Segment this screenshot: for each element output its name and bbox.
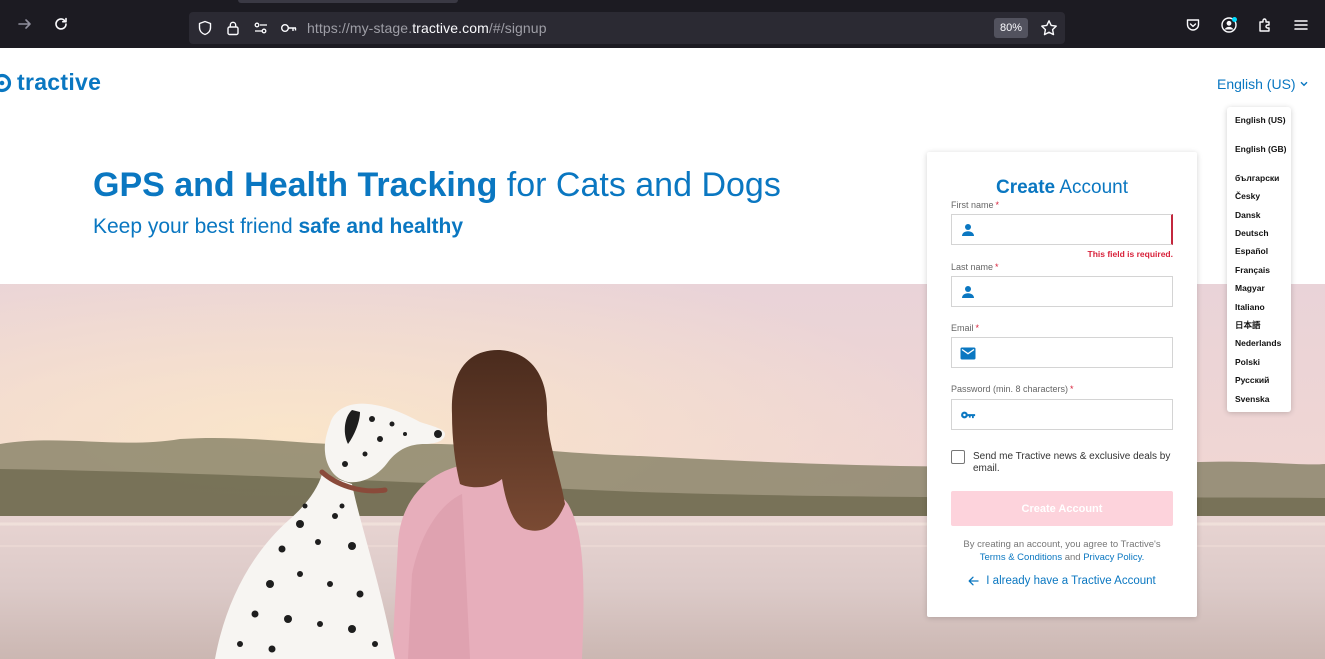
hero-headline: GPS and Health Tracking for Cats and Dog… bbox=[93, 166, 781, 205]
language-selector[interactable]: English (US) bbox=[1217, 76, 1308, 92]
app-menu-button[interactable] bbox=[1291, 15, 1311, 35]
bookmark-star-icon[interactable] bbox=[1039, 18, 1059, 38]
person-icon bbox=[960, 284, 976, 300]
language-option[interactable]: Česky bbox=[1235, 191, 1289, 201]
first-name-error: This field is required. bbox=[1087, 249, 1174, 259]
privacy-policy-link[interactable]: Privacy Policy. bbox=[1083, 552, 1144, 563]
language-option[interactable]: Français bbox=[1235, 265, 1289, 275]
browser-toolbar: https://my-stage.tractive.com/#/signup 8… bbox=[0, 0, 1325, 48]
headline-bold: GPS and Health Tracking bbox=[93, 166, 498, 204]
email-label: Email * bbox=[951, 323, 979, 333]
hamburger-icon bbox=[1294, 20, 1308, 30]
puzzle-icon bbox=[1259, 18, 1270, 32]
login-link-text: I already have a Tractive Account bbox=[986, 575, 1156, 587]
account-icon bbox=[1221, 17, 1237, 33]
permissions-icon[interactable] bbox=[251, 18, 271, 38]
language-dropdown: English (US) English (GB) български Česk… bbox=[1227, 107, 1291, 412]
language-option[interactable]: Italiano bbox=[1235, 302, 1289, 312]
pocket-icon bbox=[1186, 19, 1200, 31]
signup-title: Create Account bbox=[927, 177, 1197, 199]
url-path: /#/signup bbox=[488, 20, 547, 36]
terms-prefix: By creating an account, you agree to Tra… bbox=[963, 539, 1161, 550]
language-option[interactable]: Dansk bbox=[1235, 210, 1289, 220]
terms-conditions-link[interactable]: Terms & Conditions bbox=[980, 552, 1062, 563]
zoom-indicator[interactable]: 80% bbox=[994, 18, 1029, 38]
last-name-label-text: Last name bbox=[951, 262, 994, 272]
language-option[interactable]: Polski bbox=[1235, 357, 1289, 367]
first-name-field[interactable] bbox=[951, 214, 1173, 245]
required-mark: * bbox=[995, 200, 1000, 210]
reload-icon bbox=[55, 17, 67, 30]
key-icon[interactable] bbox=[279, 18, 299, 38]
reload-button[interactable] bbox=[49, 12, 73, 36]
email-field[interactable] bbox=[951, 337, 1173, 368]
language-option[interactable]: български bbox=[1235, 173, 1289, 183]
lock-icon[interactable] bbox=[223, 18, 243, 38]
language-selector-label: English (US) bbox=[1217, 76, 1296, 92]
address-bar[interactable]: https://my-stage.tractive.com/#/signup 8… bbox=[189, 12, 1065, 44]
logo-wordmark: tractive bbox=[17, 69, 102, 95]
email-label-text: Email bbox=[951, 323, 974, 333]
password-label-text: Password (min. 8 characters) bbox=[951, 384, 1069, 394]
first-name-label-text: First name bbox=[951, 200, 994, 210]
extensions-button[interactable] bbox=[1255, 15, 1275, 35]
account-button[interactable] bbox=[1219, 15, 1239, 35]
signup-card: Create Account First name * This field is… bbox=[927, 152, 1197, 617]
url-domain: tractive.com bbox=[412, 20, 489, 36]
subline-bold: safe and healthy bbox=[298, 215, 464, 238]
first-name-label: First name * bbox=[951, 200, 999, 210]
title-bold: Create bbox=[995, 177, 1056, 198]
language-option[interactable]: Nederlands bbox=[1235, 338, 1289, 348]
password-field[interactable] bbox=[951, 399, 1173, 430]
required-mark: * bbox=[1070, 384, 1074, 394]
url-text[interactable]: https://my-stage.tractive.com/#/signup bbox=[307, 20, 547, 36]
headline-rest: for Cats and Dogs bbox=[506, 166, 781, 204]
newsletter-label: Send me Tractive news & exclusive deals … bbox=[973, 451, 1171, 474]
language-option[interactable]: Svenska bbox=[1235, 394, 1289, 404]
forward-button[interactable] bbox=[13, 12, 37, 36]
language-option[interactable]: English (GB) bbox=[1235, 144, 1289, 154]
language-option[interactable]: Magyar bbox=[1235, 283, 1289, 293]
arrow-right-icon bbox=[18, 19, 31, 29]
last-name-label: Last name * bbox=[951, 262, 999, 272]
login-link[interactable]: I already have a Tractive Account bbox=[927, 575, 1197, 587]
subline-regular: Keep your best friend bbox=[93, 215, 293, 238]
language-option[interactable]: Deutsch bbox=[1235, 228, 1289, 238]
terms-text: By creating an account, you agree to Tra… bbox=[927, 538, 1197, 564]
tractive-logo[interactable]: tractive bbox=[0, 69, 101, 96]
pocket-button[interactable] bbox=[1183, 15, 1203, 35]
required-mark: * bbox=[975, 323, 980, 333]
key-icon bbox=[960, 407, 976, 423]
last-name-field[interactable] bbox=[951, 276, 1173, 307]
mail-icon bbox=[960, 345, 976, 361]
person-icon bbox=[960, 222, 976, 238]
hero-subline: Keep your best friend safe and healthy bbox=[93, 215, 463, 239]
language-option[interactable]: Español bbox=[1235, 246, 1289, 256]
page-content: tractive English (US) GPS and Health Tra… bbox=[0, 48, 1325, 659]
language-option[interactable]: English (US) bbox=[1235, 115, 1289, 125]
language-option[interactable]: Русский bbox=[1235, 375, 1289, 385]
url-prefix: https://my-stage. bbox=[307, 20, 413, 36]
tracking-protection-icon[interactable] bbox=[195, 18, 215, 38]
arrow-left-icon bbox=[968, 576, 979, 586]
terms-and: and bbox=[1064, 552, 1081, 563]
required-mark: * bbox=[995, 262, 999, 272]
chevron-down-icon bbox=[1300, 81, 1308, 87]
active-tab-indicator bbox=[238, 0, 458, 3]
language-option[interactable]: 日本語 bbox=[1235, 320, 1289, 330]
tractive-logo-icon bbox=[0, 73, 12, 92]
title-rest: Account bbox=[1059, 177, 1129, 198]
newsletter-checkbox[interactable] bbox=[951, 450, 965, 464]
password-label: Password (min. 8 characters) * bbox=[951, 384, 1074, 394]
create-account-button[interactable]: Create Account bbox=[951, 491, 1173, 526]
